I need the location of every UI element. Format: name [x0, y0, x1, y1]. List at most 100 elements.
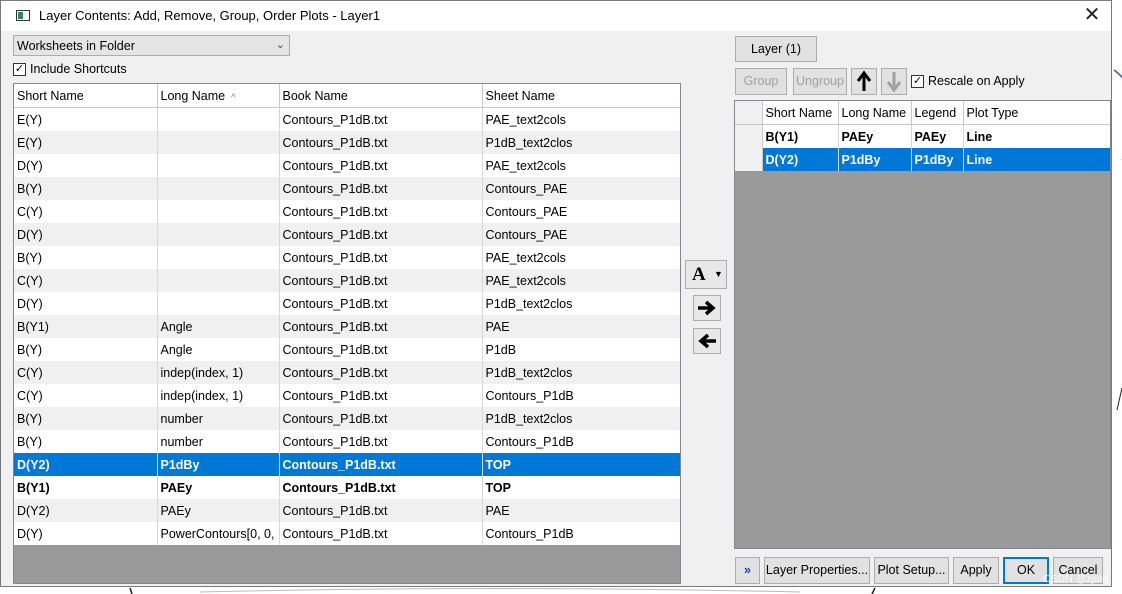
source-select-value: Worksheets in Folder: [17, 39, 135, 53]
cell-long-name: PowerContours[0, 0, ::]: [157, 522, 280, 545]
cell-long-name: [157, 200, 280, 223]
cell-long-name: [157, 107, 280, 131]
table-row[interactable]: C(Y) Contours_P1dB.txt Contours_PAE: [14, 200, 680, 223]
column-header-long-name[interactable]: Long Name ^: [157, 84, 280, 108]
layer-tab[interactable]: Layer (1): [735, 36, 817, 62]
title-bar: Layer Contents: Add, Remove, Group, Orde…: [1, 1, 1111, 31]
font-style-button[interactable]: A ▼: [685, 260, 727, 289]
cell-short-name: C(Y): [14, 384, 158, 407]
available-data-grid[interactable]: Short Name Long Name ^ Book Name Sheet Na…: [13, 83, 681, 584]
cell-book-name: Contours_P1dB.txt: [279, 177, 483, 200]
column-header-book-name[interactable]: Book Name: [279, 84, 483, 108]
include-shortcuts-checkbox[interactable]: ✓: [13, 63, 26, 76]
cell-short-name: C(Y): [14, 269, 158, 292]
layer-plots-grid[interactable]: Short Name Long Name Legend Plot Type B(…: [734, 100, 1111, 549]
cell-sheet-name: TOP: [482, 476, 680, 499]
close-icon[interactable]: ✕: [1079, 3, 1105, 29]
cell-sheet-name: P1dB_text2clos: [482, 292, 680, 315]
rescale-on-apply-checkbox[interactable]: ✓: [911, 75, 924, 88]
column-header-plot-type[interactable]: Plot Type: [963, 101, 1110, 125]
expand-button[interactable]: »: [735, 557, 760, 584]
cell-book-name: Contours_P1dB.txt: [279, 476, 483, 499]
source-select[interactable]: Worksheets in Folder ⌄: [13, 35, 290, 56]
cell-sheet-name: P1dB_text2clos: [482, 131, 680, 154]
chevron-down-icon: ⌄: [275, 39, 285, 51]
app-window-icon: [16, 10, 30, 21]
window-title: Layer Contents: Add, Remove, Group, Orde…: [39, 8, 381, 23]
table-row[interactable]: B(Y1) PAEy Contours_P1dB.txt TOP: [14, 476, 680, 499]
cell-book-name: Contours_P1dB.txt: [279, 107, 483, 131]
cell-book-name: Contours_P1dB.txt: [279, 430, 483, 453]
cell-long-name: number: [157, 430, 280, 453]
table-row[interactable]: B(Y) number Contours_P1dB.txt Contours_P1dB: [14, 430, 680, 453]
grid-header-row: Short Name Long Name ^ Book Name Sheet Na…: [14, 84, 680, 108]
table-row[interactable]: D(Y2) PAEy Contours_P1dB.txt PAE: [14, 499, 680, 522]
cell-short-name: D(Y2): [14, 499, 158, 522]
cell-sheet-name: PAE_text2cols: [482, 107, 680, 131]
cell-sheet-name: Contours_P1dB: [482, 384, 680, 407]
cell-long-name: [157, 269, 280, 292]
cell-book-name: Contours_P1dB.txt: [279, 154, 483, 177]
column-header-legend[interactable]: Legend: [911, 101, 964, 125]
group-button[interactable]: Group: [735, 68, 787, 95]
cell-short-name: B(Y): [14, 430, 158, 453]
table-row[interactable]: C(Y) indep(index, 1) Contours_P1dB.txt P1dB…: [14, 361, 680, 384]
table-row[interactable]: C(Y) indep(index, 1) Contours_P1dB.txt Cont…: [14, 384, 680, 407]
cell-short-name: C(Y): [14, 361, 158, 384]
cell-long-name: indep(index, 1): [157, 361, 280, 384]
cell-short-name: B(Y1): [14, 476, 158, 499]
watermark-text: CSDN @zjstd: [1043, 573, 1108, 585]
row-header[interactable]: [735, 124, 763, 148]
table-row[interactable]: D(Y) Contours_P1dB.txt Contours_PAE: [14, 223, 680, 246]
cell-legend: P1dBy: [911, 148, 964, 171]
apply-button[interactable]: Apply: [953, 557, 999, 584]
move-down-button[interactable]: [881, 68, 907, 95]
grid-header-row: Short Name Long Name Legend Plot Type: [735, 101, 1110, 125]
cell-sheet-name: PAE_text2cols: [482, 246, 680, 269]
cell-book-name: Contours_P1dB.txt: [279, 407, 483, 430]
cell-short-name: B(Y1): [14, 315, 158, 338]
table-row[interactable]: B(Y1) PAEy PAEy Line: [735, 124, 1110, 148]
table-row[interactable]: D(Y) Contours_P1dB.txt PAE_text2cols: [14, 154, 680, 177]
cell-long-name: [157, 177, 280, 200]
table-row[interactable]: B(Y) number Contours_P1dB.txt P1dB_text2clo…: [14, 407, 680, 430]
ungroup-button[interactable]: Ungroup: [793, 68, 847, 95]
column-header-long-name[interactable]: Long Name: [838, 101, 912, 125]
table-row[interactable]: D(Y) Contours_P1dB.txt P1dB_text2clos: [14, 292, 680, 315]
table-row[interactable]: D(Y) PowerContours[0, 0, ::] Contours_P1dB…: [14, 522, 680, 545]
cell-sheet-name: PAE_text2cols: [482, 154, 680, 177]
table-row[interactable]: C(Y) Contours_P1dB.txt PAE_text2cols: [14, 269, 680, 292]
table-row[interactable]: D(Y2) P1dBy P1dBy Line: [735, 148, 1110, 171]
cell-long-name: PAEy: [838, 124, 912, 148]
cell-sheet-name: Contours_PAE: [482, 177, 680, 200]
table-row[interactable]: E(Y) Contours_P1dB.txt PAE_text2cols: [14, 107, 680, 131]
cell-long-name: [157, 154, 280, 177]
move-up-button[interactable]: [851, 68, 877, 95]
table-row[interactable]: D(Y2) P1dBy Contours_P1dB.txt TOP: [14, 453, 680, 476]
cell-long-name: indep(index, 1): [157, 384, 280, 407]
arrow-up-icon: [856, 70, 872, 91]
cell-book-name: Contours_P1dB.txt: [279, 338, 483, 361]
remove-plot-button[interactable]: [693, 328, 721, 354]
column-header-short-name[interactable]: Short Name: [14, 84, 158, 108]
table-row[interactable]: B(Y) Contours_P1dB.txt Contours_PAE: [14, 177, 680, 200]
arrow-down-icon: [886, 72, 902, 93]
column-header-sheet-name[interactable]: Sheet Name: [482, 84, 680, 108]
column-header-short-name[interactable]: Short Name: [762, 101, 839, 125]
arrow-right-icon: [698, 300, 716, 316]
table-row[interactable]: E(Y) Contours_P1dB.txt P1dB_text2clos: [14, 131, 680, 154]
layer-properties-button[interactable]: Layer Properties...: [764, 557, 870, 584]
table-row[interactable]: B(Y1) Angle Contours_P1dB.txt PAE: [14, 315, 680, 338]
cell-book-name: Contours_P1dB.txt: [279, 315, 483, 338]
cell-long-name: Angle: [157, 315, 280, 338]
cell-long-name: P1dBy: [157, 453, 280, 476]
table-row[interactable]: B(Y) Contours_P1dB.txt PAE_text2cols: [14, 246, 680, 269]
cell-short-name: E(Y): [14, 131, 158, 154]
row-header[interactable]: [735, 148, 763, 171]
cell-long-name: [157, 131, 280, 154]
cell-book-name: Contours_P1dB.txt: [279, 223, 483, 246]
add-plot-button[interactable]: [693, 295, 721, 321]
cell-long-name: [157, 246, 280, 269]
plot-setup-button[interactable]: Plot Setup...: [874, 557, 949, 584]
table-row[interactable]: B(Y) Angle Contours_P1dB.txt P1dB: [14, 338, 680, 361]
